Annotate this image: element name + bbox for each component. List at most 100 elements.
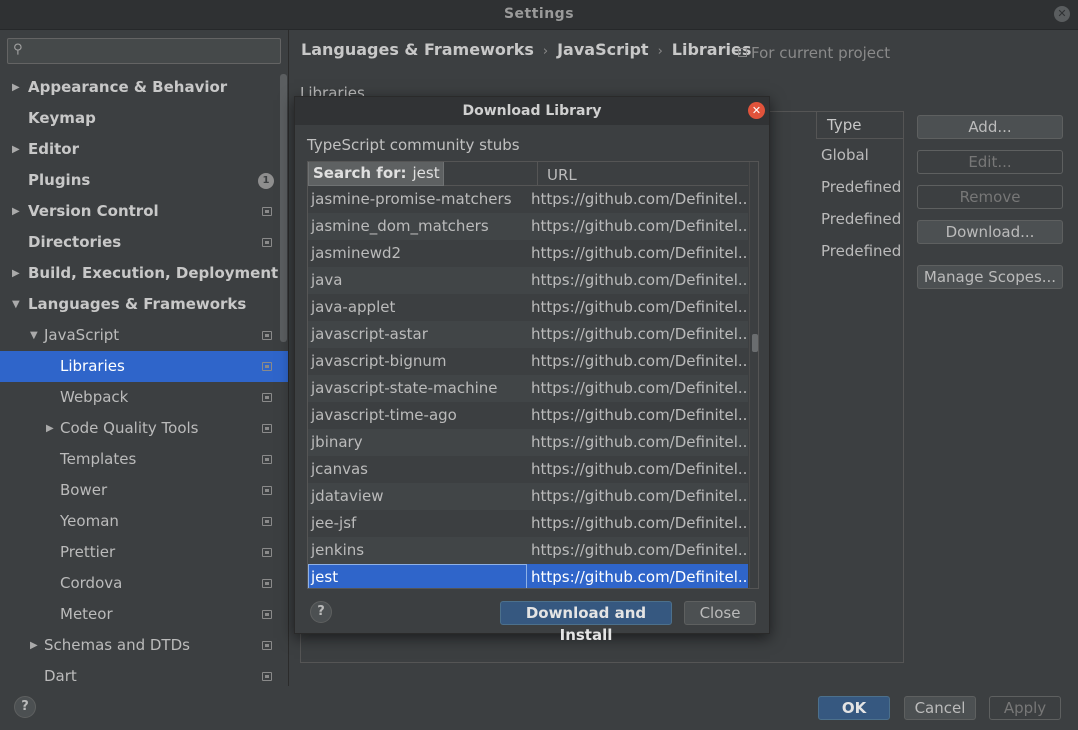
- sidebar-item[interactable]: Webpack: [0, 382, 288, 413]
- help-icon[interactable]: ?: [14, 696, 36, 718]
- sidebar-item[interactable]: Meteor: [0, 599, 288, 630]
- update-badge: 1: [258, 173, 274, 189]
- library-row[interactable]: javascript-astar https://github.com/Defin…: [308, 321, 748, 348]
- chevron-right-icon[interactable]: ▶: [12, 72, 20, 103]
- search-icon: ⚲: [13, 42, 23, 57]
- window-title: Settings: [503, 6, 575, 22]
- add-button[interactable]: Add...: [917, 115, 1063, 139]
- window-close-icon[interactable]: ✕: [1054, 6, 1070, 22]
- sidebar-item-label: Templates: [60, 450, 137, 468]
- sidebar-item[interactable]: Libraries: [0, 351, 288, 382]
- library-row[interactable]: jasmine_dom_matchers https://github.com/D…: [308, 213, 748, 240]
- sidebar-item[interactable]: ▼ Languages & Frameworks: [0, 289, 288, 320]
- library-type-cell[interactable]: Global: [821, 140, 869, 170]
- type-column-header[interactable]: Type: [816, 112, 903, 139]
- library-type-cell[interactable]: Predefined: [821, 236, 901, 266]
- sidebar-item[interactable]: Directories: [0, 227, 288, 258]
- sidebar-item[interactable]: Dart: [0, 661, 288, 686]
- list-scrollbar[interactable]: [749, 162, 758, 588]
- sidebar-item-label: Languages & Frameworks: [28, 295, 247, 313]
- cancel-button[interactable]: Cancel: [904, 696, 976, 720]
- edit-button[interactable]: Edit...: [917, 150, 1063, 174]
- download-and-install-button[interactable]: Download and Install: [500, 601, 672, 644]
- sidebar-item-label: Build, Execution, Deployment: [28, 264, 279, 282]
- library-url: https://github.com/Definitel...: [531, 298, 747, 316]
- sidebar-item[interactable]: ▼ JavaScript: [0, 320, 288, 351]
- sidebar-item[interactable]: Yeoman: [0, 506, 288, 537]
- manage-scopes-button[interactable]: Manage Scopes...: [917, 265, 1063, 289]
- dialog-help-icon[interactable]: ?: [310, 601, 332, 623]
- library-url: https://github.com/Definitel...: [531, 352, 747, 370]
- library-name: jcanvas: [311, 460, 368, 478]
- library-type-cell[interactable]: Predefined: [821, 204, 901, 234]
- sidebar-item[interactable]: Keymap: [0, 103, 288, 134]
- library-row[interactable]: javascript-time-ago https://github.com/De…: [308, 402, 748, 429]
- chevron-down-icon[interactable]: ▼: [30, 320, 38, 351]
- project-level-icon: [262, 424, 272, 433]
- chevron-right-icon[interactable]: ▶: [30, 630, 38, 661]
- sidebar-item[interactable]: ▶ Code Quality Tools: [0, 413, 288, 444]
- sidebar-item-label: Libraries: [60, 357, 125, 375]
- project-level-icon: [262, 579, 272, 588]
- project-level-icon: [262, 672, 272, 681]
- sidebar-item[interactable]: Plugins 1: [0, 165, 288, 196]
- library-row[interactable]: jbinary https://github.com/Definitel...: [308, 429, 748, 456]
- ok-button[interactable]: OK: [818, 696, 890, 720]
- sidebar-item-label: Editor: [28, 140, 79, 158]
- chevron-right-icon[interactable]: ▶: [12, 258, 20, 289]
- project-level-icon: [262, 610, 272, 619]
- settings-search-input[interactable]: ⚲: [7, 38, 281, 64]
- sidebar-item[interactable]: ▶ Schemas and DTDs: [0, 630, 288, 661]
- chevron-right-icon[interactable]: ▶: [12, 134, 20, 165]
- sidebar-item[interactable]: ▶ Editor: [0, 134, 288, 165]
- sidebar-item-label: Plugins: [28, 171, 91, 189]
- breadcrumb: Languages & Frameworks › JavaScript › Librar…: [301, 40, 751, 59]
- sidebar-scrollbar[interactable]: [280, 74, 287, 342]
- library-url: https://github.com/Definitel...: [531, 406, 747, 424]
- apply-button[interactable]: Apply: [989, 696, 1061, 720]
- sidebar-item[interactable]: Prettier: [0, 537, 288, 568]
- sidebar-item[interactable]: Bower: [0, 475, 288, 506]
- library-row[interactable]: javascript-state-machine https://github.c…: [308, 375, 748, 402]
- library-row[interactable]: jenkins https://github.com/Definitel...: [308, 537, 748, 564]
- library-row[interactable]: jasmine-promise-matchers https://github.c…: [308, 186, 748, 213]
- library-url: https://github.com/Definitel...: [531, 190, 747, 208]
- library-url: https://github.com/Definitel...: [531, 325, 747, 343]
- sidebar-item[interactable]: Templates: [0, 444, 288, 475]
- library-row[interactable]: jee-jsf https://github.com/Definitel...: [308, 510, 748, 537]
- project-level-icon: [262, 548, 272, 557]
- project-level-icon: [262, 486, 272, 495]
- library-row[interactable]: jasminewd2 https://github.com/Definitel..…: [308, 240, 748, 267]
- library-row[interactable]: jdataview https://github.com/Definitel...: [308, 483, 748, 510]
- library-list[interactable]: URL Search for: jest jasmine-promise-matc…: [307, 161, 759, 589]
- library-url: https://github.com/Definitel...: [531, 244, 747, 262]
- chevron-down-icon[interactable]: ▼: [12, 289, 20, 320]
- download-button[interactable]: Download...: [917, 220, 1063, 244]
- close-button[interactable]: Close: [684, 601, 756, 625]
- sidebar-item[interactable]: ▶ Appearance & Behavior: [0, 72, 288, 103]
- library-name: java: [311, 271, 343, 289]
- library-row[interactable]: java-applet https://github.com/Definitel.…: [308, 294, 748, 321]
- library-type-cell[interactable]: Predefined: [821, 172, 901, 202]
- library-row[interactable]: jcanvas https://github.com/Definitel...: [308, 456, 748, 483]
- sidebar-item[interactable]: ▶ Version Control: [0, 196, 288, 227]
- remove-button[interactable]: Remove: [917, 185, 1063, 209]
- library-url: https://github.com/Definitel...: [531, 433, 747, 451]
- chevron-right-icon[interactable]: ▶: [12, 196, 20, 227]
- library-row[interactable]: java https://github.com/Definitel...: [308, 267, 748, 294]
- sidebar-item-label: Keymap: [28, 109, 96, 127]
- project-icon: [738, 48, 747, 57]
- library-url: https://github.com/Definitel...: [531, 541, 747, 559]
- dialog-subtitle: TypeScript community stubs: [307, 136, 520, 154]
- sidebar-item-label: Prettier: [60, 543, 116, 561]
- sidebar-item[interactable]: ▶ Build, Execution, Deployment: [0, 258, 288, 289]
- settings-sidebar: ⚲ ▶ Appearance & Behavior Keymap ▶ Editor Plu…: [0, 30, 289, 686]
- library-row[interactable]: jest https://github.com/Definitel...: [308, 564, 748, 588]
- dialog-close-icon[interactable]: ✕: [748, 102, 765, 119]
- scrollbar-thumb[interactable]: [752, 334, 758, 352]
- dialog-title: Download Library: [295, 97, 769, 125]
- sidebar-item[interactable]: Cordova: [0, 568, 288, 599]
- library-row[interactable]: javascript-bignum https://github.com/Defi…: [308, 348, 748, 375]
- url-column-header[interactable]: URL: [537, 162, 577, 186]
- chevron-right-icon[interactable]: ▶: [46, 413, 54, 444]
